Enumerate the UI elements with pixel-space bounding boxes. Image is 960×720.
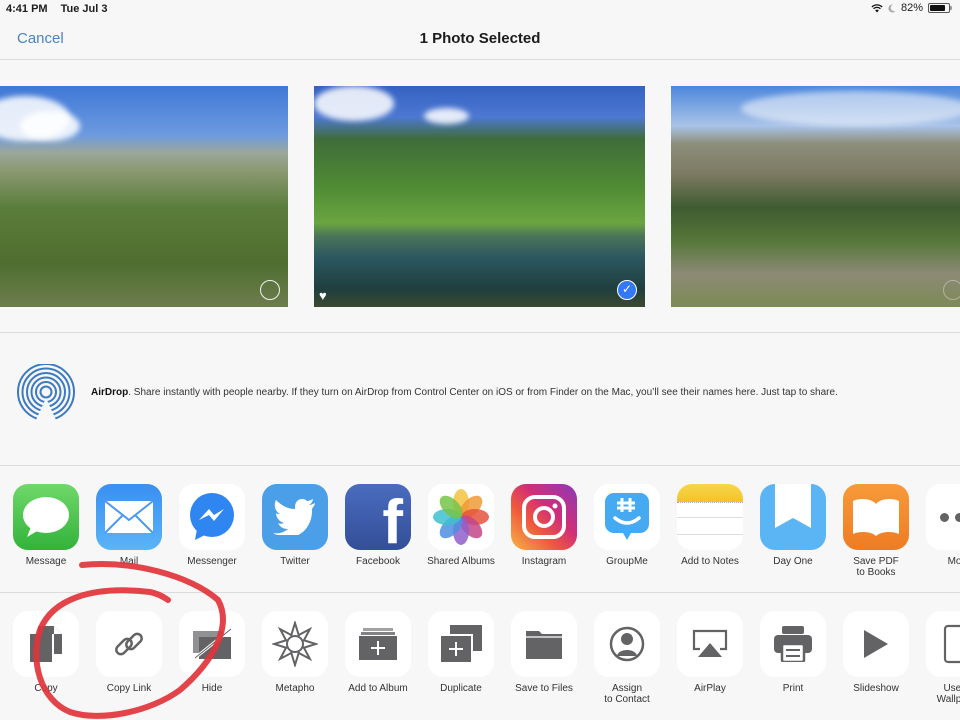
selected-checkmark-icon[interactable]: ✓ xyxy=(617,280,637,300)
item-label: Messenger xyxy=(187,556,237,567)
actions-row[interactable]: Copy Copy Link Hide Metapho Add to Album Dupl… xyxy=(0,594,960,720)
favorite-heart-icon: ♥ xyxy=(319,288,327,303)
more-icon xyxy=(926,484,960,550)
metapho-icon xyxy=(262,611,328,677)
share-app-shared-albums[interactable]: Shared Albums xyxy=(421,484,501,567)
item-label: Metapho xyxy=(275,683,315,694)
item-label: Day One xyxy=(773,556,813,567)
action-assign-to-contact[interactable]: Assign to Contact xyxy=(587,611,667,705)
item-label: Facebook xyxy=(356,556,400,567)
action-slideshow[interactable]: Slideshow xyxy=(836,611,916,694)
airdrop-icon xyxy=(17,364,75,420)
printer-icon xyxy=(760,611,826,677)
item-label: Shared Albums xyxy=(427,556,495,567)
airdrop-description: AirDrop. Share instantly with people nea… xyxy=(91,387,838,398)
selection-circle-icon[interactable] xyxy=(260,280,280,300)
wifi-icon xyxy=(871,3,883,12)
photo-strip[interactable]: ♥ ✓ xyxy=(0,61,960,333)
action-print[interactable]: Print xyxy=(753,611,833,694)
share-app-instagram[interactable]: Instagram xyxy=(504,484,584,567)
airdrop-body: . Share instantly with people nearby. If… xyxy=(128,387,838,398)
action-copy-link[interactable]: Copy Link xyxy=(89,611,169,694)
item-label: Print xyxy=(782,683,804,694)
action-save-to-files[interactable]: Save to Files xyxy=(504,611,584,694)
status-bar: 4:41 PM Tue Jul 3 82% xyxy=(0,0,960,18)
books-icon xyxy=(843,484,909,550)
item-label: Hide xyxy=(201,683,223,694)
instagram-icon xyxy=(511,484,577,550)
wallpaper-icon xyxy=(926,611,960,677)
action-metapho[interactable]: Metapho xyxy=(255,611,335,694)
add-album-icon xyxy=(345,611,411,677)
battery-fill xyxy=(930,5,945,11)
action-use-as-wallpaper[interactable]: Use as Wallpaper xyxy=(919,611,960,705)
hide-icon xyxy=(179,611,245,677)
item-label: Save PDF to Books xyxy=(853,556,899,578)
share-app-message[interactable]: Message xyxy=(6,484,86,567)
facebook-icon: f xyxy=(345,484,411,550)
item-label: Instagram xyxy=(521,556,567,567)
nav-bar: Cancel 1 Photo Selected xyxy=(0,18,960,60)
item-label: Assign to Contact xyxy=(604,683,650,705)
item-label: More xyxy=(947,556,960,567)
folder-icon xyxy=(511,611,577,677)
copy-icon xyxy=(13,611,79,677)
item-label: Add to Notes xyxy=(681,556,739,567)
item-label: Duplicate xyxy=(440,683,482,694)
status-date: Tue Jul 3 xyxy=(60,3,108,15)
notes-icon xyxy=(677,484,743,550)
share-app-messenger[interactable]: Messenger xyxy=(172,484,252,567)
moon-icon xyxy=(888,3,896,12)
message-icon xyxy=(13,484,79,550)
share-app-twitter[interactable]: Twitter xyxy=(255,484,335,567)
photo-thumbnail-forest-valley[interactable] xyxy=(671,86,960,307)
day-one-icon xyxy=(760,484,826,550)
airdrop-title: AirDrop xyxy=(91,387,129,398)
photo-thumbnail-alpine-meadow[interactable] xyxy=(0,86,288,307)
action-duplicate[interactable]: Duplicate xyxy=(421,611,501,694)
selection-circle-icon[interactable] xyxy=(943,280,960,300)
item-label: Copy Link xyxy=(106,683,152,694)
share-app-add-to-notes[interactable]: Add to Notes xyxy=(670,484,750,567)
duplicate-icon xyxy=(428,611,494,677)
item-label: Copy xyxy=(34,683,58,694)
item-label: Slideshow xyxy=(853,683,899,694)
item-label: Save to Files xyxy=(515,683,573,694)
action-add-to-album[interactable]: Add to Album xyxy=(338,611,418,694)
play-icon xyxy=(843,611,909,677)
action-hide[interactable]: Hide xyxy=(172,611,252,694)
share-app-groupme[interactable]: GroupMe xyxy=(587,484,667,567)
item-label: AirPlay xyxy=(694,683,726,694)
photos-icon xyxy=(428,484,494,550)
share-app-mail[interactable]: Mail xyxy=(89,484,169,567)
twitter-icon xyxy=(262,484,328,550)
action-copy[interactable]: Copy xyxy=(6,611,86,694)
mail-icon xyxy=(96,484,162,550)
share-app-day-one[interactable]: Day One xyxy=(753,484,833,567)
item-label: Mail xyxy=(119,556,139,567)
action-airplay[interactable]: AirPlay xyxy=(670,611,750,694)
battery-icon xyxy=(928,3,952,13)
groupme-icon xyxy=(594,484,660,550)
share-app-more[interactable]: More xyxy=(919,484,960,567)
item-label: Twitter xyxy=(280,556,310,567)
messenger-icon xyxy=(179,484,245,550)
item-label: Add to Album xyxy=(348,683,408,694)
status-time: 4:41 PM xyxy=(6,3,48,15)
share-apps-row[interactable]: Message Mail Messenger Twitter f Facebook Shar… xyxy=(0,467,960,593)
link-icon xyxy=(96,611,162,677)
battery-percent: 82% xyxy=(900,2,923,14)
contact-icon xyxy=(594,611,660,677)
item-label: GroupMe xyxy=(606,556,648,567)
page-title: 1 Photo Selected xyxy=(419,30,541,47)
airdrop-section[interactable]: AirDrop. Share instantly with people nea… xyxy=(0,334,960,466)
airplay-icon xyxy=(677,611,743,677)
item-label: Use as Wallpaper xyxy=(936,683,960,705)
share-app-facebook[interactable]: f Facebook xyxy=(338,484,418,567)
item-label: Message xyxy=(25,556,67,567)
photo-thumbnail-mountain-lake[interactable]: ♥ ✓ xyxy=(314,86,645,307)
share-app-save-pdf-to-books[interactable]: Save PDF to Books xyxy=(836,484,916,578)
